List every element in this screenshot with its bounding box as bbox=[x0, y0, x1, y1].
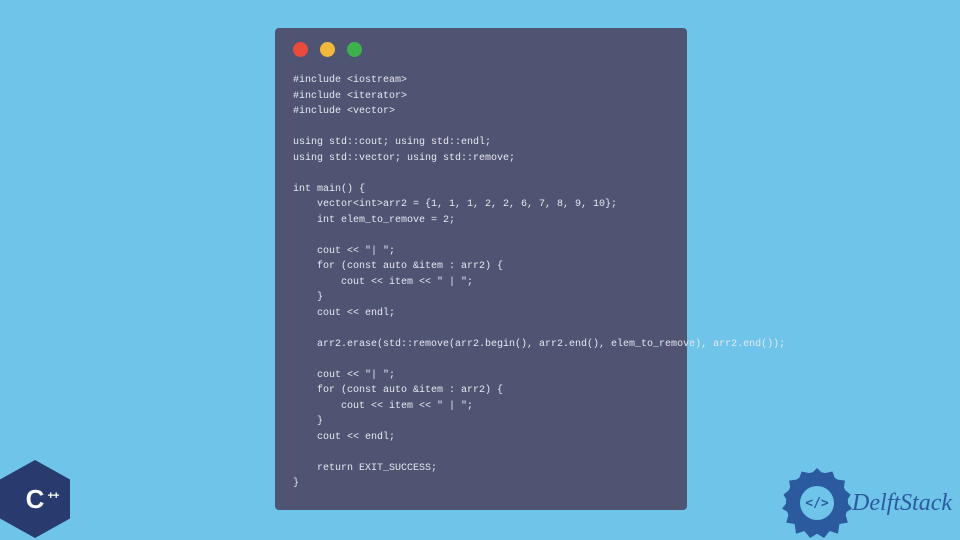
delftstack-icon: </> bbox=[786, 472, 848, 534]
close-icon bbox=[293, 42, 308, 57]
delftstack-brand-text: DelftStack bbox=[852, 490, 952, 517]
window-titlebar bbox=[293, 42, 669, 57]
code-block: #include <iostream> #include <iterator> … bbox=[293, 73, 669, 492]
delftstack-logo: </> DelftStack bbox=[786, 472, 952, 534]
minimize-icon bbox=[320, 42, 335, 57]
cpp-logo-c: C bbox=[26, 484, 45, 514]
cpp-logo-plus: ++ bbox=[48, 490, 59, 502]
maximize-icon bbox=[347, 42, 362, 57]
code-brackets-icon: </> bbox=[800, 486, 834, 520]
code-window: #include <iostream> #include <iterator> … bbox=[275, 28, 687, 510]
cpp-logo: C ++ bbox=[0, 460, 80, 540]
